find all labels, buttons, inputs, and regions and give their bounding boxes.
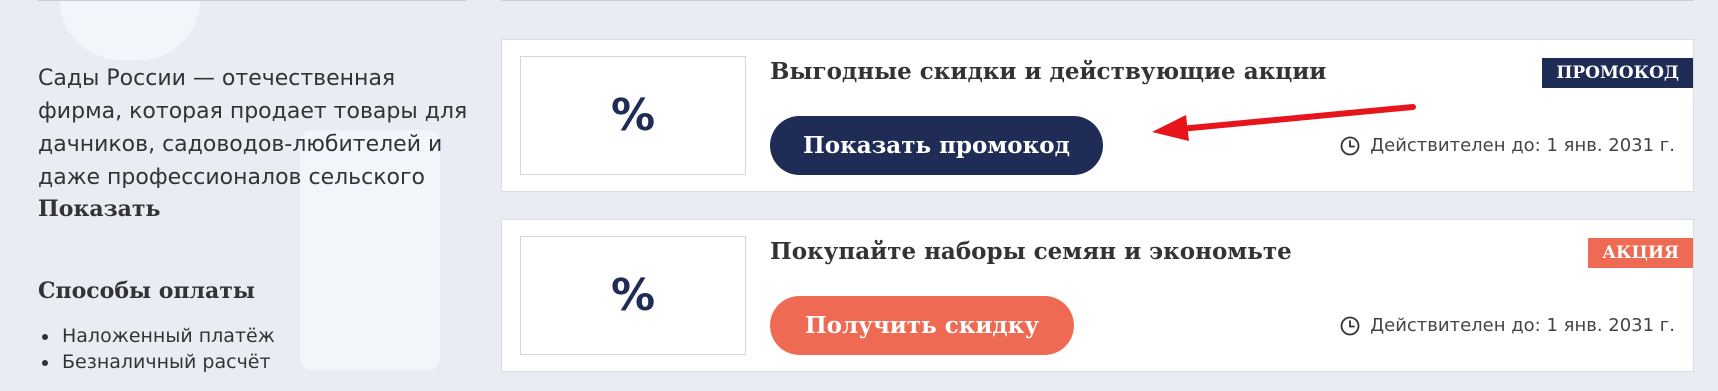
clock-icon: [1340, 316, 1360, 335]
show-promocode-button[interactable]: Показать промокод: [770, 116, 1103, 175]
offer-title: Выгодные скидки и действующие акции: [770, 58, 1327, 85]
clock-icon: [1340, 136, 1360, 155]
get-discount-button[interactable]: Получить скидку: [770, 296, 1074, 355]
show-more-link[interactable]: Показать: [38, 196, 160, 222]
payment-method-item: Безналичный расчёт: [38, 349, 275, 375]
offer-card-sale: % Покупайте наборы семян и экономьте Пол…: [501, 219, 1694, 372]
offer-validity: Действителен до: 1 янв. 2031 г.: [1340, 315, 1675, 336]
offer-validity-text: Действителен до: 1 янв. 2031 г.: [1370, 315, 1675, 336]
top-divider-left: [38, 0, 466, 1]
top-divider-right: [501, 0, 1694, 1]
offer-logo: %: [520, 236, 746, 355]
payment-method-item: Наложенный платёж: [38, 323, 275, 349]
shop-description: Сады России — отечественная фирма, котор…: [38, 66, 468, 188]
offer-type-badge: АКЦИЯ: [1588, 238, 1693, 268]
offer-title: Покупайте наборы семян и экономьте: [770, 238, 1292, 265]
offer-type-badge: ПРОМОКОД: [1542, 58, 1693, 88]
offer-logo: %: [520, 56, 746, 175]
payment-methods-list: Наложенный платёж Безналичный расчёт: [38, 323, 275, 375]
offer-validity-text: Действителен до: 1 янв. 2031 г.: [1370, 135, 1675, 156]
payment-methods-title: Способы оплаты: [38, 278, 255, 304]
offer-validity: Действителен до: 1 янв. 2031 г.: [1340, 135, 1675, 156]
offer-card-promocode: % Выгодные скидки и действующие акции По…: [501, 39, 1694, 192]
background-shape: [60, 0, 200, 60]
